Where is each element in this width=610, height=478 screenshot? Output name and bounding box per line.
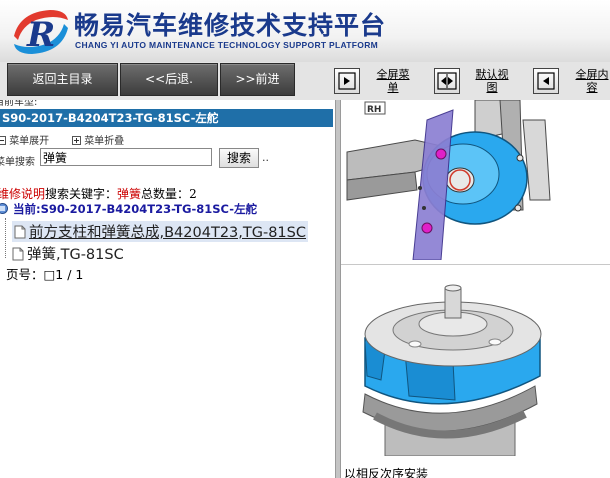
toolbar: 返回主目录 <<后退. >>前进 全屏菜单 默认视图 全屏内容 <box>0 62 610 101</box>
search-result-item[interactable]: 弹簧,TG-81SC <box>12 243 124 264</box>
summary-count: 2 <box>189 187 197 201</box>
app-subtitle: CHANG YI AUTO MAINTENANCE TECHNOLOGY SUP… <box>75 40 379 50</box>
summary-count-label: 总数量： <box>141 187 190 201</box>
tree-connector <box>5 218 6 258</box>
menu-collapse-control[interactable]: 菜单折叠 <box>72 132 124 147</box>
current-node[interactable]: 当前:S90-2017-B4204T23-TG-81SC-左舵 <box>0 201 257 217</box>
collapse-icon <box>72 136 81 145</box>
forward-button[interactable]: >>前进 <box>220 63 295 96</box>
menu-expand-control[interactable]: 菜单展开 <box>0 132 49 147</box>
search-input[interactable] <box>40 148 212 166</box>
menu-collapse-label: 菜单折叠 <box>84 136 125 147</box>
instruction-text: 以相反次序安装 <box>344 467 429 478</box>
back-button[interactable]: <<后退. <box>120 63 218 96</box>
document-icon <box>14 225 26 239</box>
search-result-item[interactable]: 前方支柱和弹簧总成,B4204T23,TG-81SC <box>12 221 308 242</box>
search-label: 菜单搜索 <box>0 157 35 168</box>
default-view-label[interactable]: 默认视图 <box>472 68 512 94</box>
summary-keyword: 弹簧 <box>117 187 142 201</box>
logo-icon: R <box>14 10 68 55</box>
app-title: 畅易汽车维修技术支持平台 <box>74 11 387 40</box>
model-title-bar: S90-2017-B4204T23-TG-81SC-左舵 <box>0 109 333 127</box>
fullscreen-menu-icon[interactable] <box>334 68 360 94</box>
default-view-icon[interactable] <box>434 68 460 94</box>
spring-seat-illustration <box>345 276 545 456</box>
vehicle-label: 当前车型: <box>0 100 38 108</box>
expand-icon <box>0 136 6 145</box>
app-header: R 畅易汽车维修技术支持平台 CHANG YI AUTO MAINTENANCE… <box>0 0 610 62</box>
search-button[interactable]: 搜索 <box>219 148 259 168</box>
svg-text:RH: RH <box>367 105 381 115</box>
fullscreen-content-label[interactable]: 全屏内容 <box>572 68 610 94</box>
pagination: 页号：□1 / 1 <box>6 267 84 282</box>
menu-panel: 当前车型: S90-2017-B4204T23-TG-81SC-左舵 菜单展开 … <box>0 100 335 478</box>
svg-text:R: R <box>26 15 55 55</box>
menu-expand-label: 菜单展开 <box>9 136 50 147</box>
document-icon <box>12 247 24 261</box>
content-panel: RH 以相反次序安装 <box>341 100 610 478</box>
summary-prefix: 维修说明 <box>0 187 46 201</box>
strut-mount-illustration: RH <box>345 100 607 260</box>
fullscreen-menu-label[interactable]: 全屏菜单 <box>373 68 413 94</box>
summary-keyword-label: 搜索关键字： <box>45 187 118 201</box>
current-prefix: 当前: <box>13 202 41 216</box>
result-label: 前方支柱和弹簧总成,B4204T23,TG-81SC <box>29 225 306 241</box>
folder-icon <box>0 203 8 214</box>
current-path-text: S90-2017-B4204T23-TG-81SC-左舵 <box>40 202 257 216</box>
fullscreen-content-icon[interactable] <box>533 68 559 94</box>
search-more-link[interactable]: .. <box>262 151 269 164</box>
image-separator <box>341 264 610 265</box>
home-button[interactable]: 返回主目录 <box>7 63 118 96</box>
search-summary: 维修说明搜索关键字：弹簧总数量：2 <box>0 185 197 202</box>
result-label: 弹簧,TG-81SC <box>27 247 124 263</box>
